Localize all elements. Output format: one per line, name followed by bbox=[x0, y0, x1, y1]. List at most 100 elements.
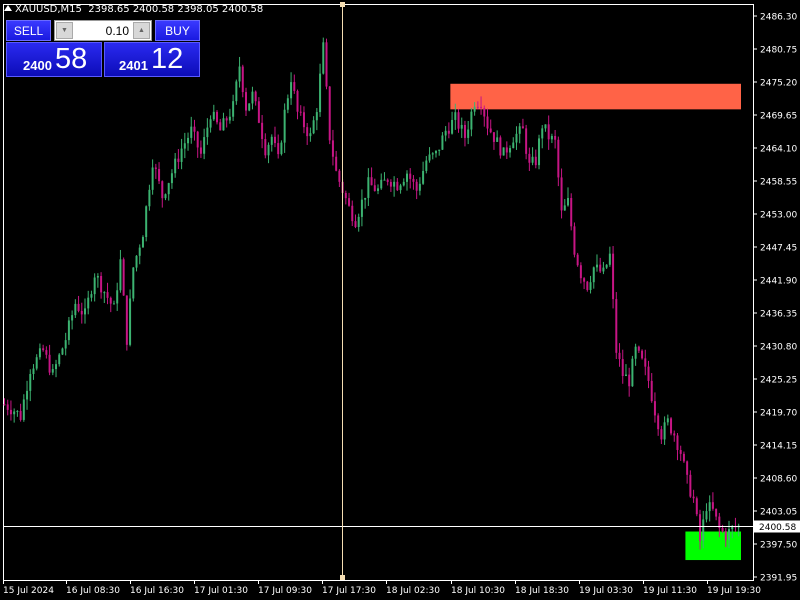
candle-body bbox=[512, 142, 515, 149]
candle-body bbox=[467, 129, 470, 138]
crosshair-handle-top[interactable] bbox=[340, 2, 345, 7]
candle-body bbox=[71, 315, 74, 321]
buy-button[interactable]: BUY bbox=[155, 20, 200, 41]
candle-body bbox=[216, 111, 219, 123]
candle-body bbox=[61, 348, 64, 355]
price-axis-label: 2414.15 bbox=[760, 442, 797, 452]
candle-body bbox=[261, 122, 264, 140]
price-axis-label: 2458.55 bbox=[760, 178, 797, 188]
candle-body bbox=[521, 126, 524, 129]
candle-body bbox=[119, 259, 122, 291]
candle-body bbox=[653, 401, 656, 416]
crosshair-handle-bottom[interactable] bbox=[340, 575, 345, 580]
time-axis-label: 19 Jul 03:30 bbox=[579, 586, 633, 596]
sell-button[interactable]: SELL bbox=[6, 20, 51, 41]
candle-body bbox=[9, 409, 12, 415]
candle-body bbox=[335, 156, 338, 171]
candle-body bbox=[550, 135, 553, 140]
candle-body bbox=[447, 130, 450, 134]
bid-price-box[interactable]: 2400 58 bbox=[6, 42, 102, 77]
candle-body bbox=[209, 119, 212, 128]
candle-body bbox=[560, 177, 563, 211]
candle-body bbox=[422, 170, 425, 184]
candle-body bbox=[454, 112, 457, 120]
candle-body bbox=[676, 435, 679, 451]
candle-body bbox=[177, 158, 180, 162]
candle-body bbox=[116, 290, 119, 304]
lot-size-input[interactable] bbox=[75, 22, 129, 39]
candle-body bbox=[428, 154, 431, 161]
candle-body bbox=[711, 502, 714, 509]
time-axis-label: 18 Jul 02:30 bbox=[386, 586, 440, 596]
candle-body bbox=[415, 181, 418, 191]
candle-body bbox=[480, 106, 483, 109]
lot-increase-button[interactable]: ▲ bbox=[133, 22, 150, 39]
ask-price-box[interactable]: 2401 12 bbox=[104, 42, 200, 77]
candle-body bbox=[357, 216, 360, 228]
price-axis-label: 2453.00 bbox=[760, 211, 797, 221]
candle-body bbox=[167, 183, 170, 195]
candle-body bbox=[563, 205, 566, 211]
price-axis-label: 2480.75 bbox=[760, 46, 797, 56]
candle-body bbox=[26, 390, 29, 400]
candle-body bbox=[325, 42, 328, 87]
price-axis-label: 2464.10 bbox=[760, 145, 797, 155]
candle-body bbox=[55, 364, 58, 370]
time-axis-label: 19 Jul 19:30 bbox=[707, 586, 761, 596]
candle-body bbox=[634, 346, 637, 359]
candle-body bbox=[644, 358, 647, 367]
candle-body bbox=[35, 357, 38, 369]
candle-body bbox=[434, 150, 437, 154]
candle-body bbox=[663, 422, 666, 440]
candle-body bbox=[154, 167, 157, 169]
candle-body bbox=[576, 254, 579, 266]
candle-body bbox=[232, 101, 235, 117]
ask-price-major: 2401 bbox=[119, 58, 148, 73]
price-axis-label: 2441.90 bbox=[760, 277, 797, 287]
candle-body bbox=[695, 498, 698, 515]
candle-body bbox=[164, 194, 167, 199]
candle-body bbox=[312, 120, 315, 134]
candle-body bbox=[457, 112, 460, 129]
candle-body bbox=[80, 310, 83, 315]
price-chart[interactable]: 2486.30 2480.75 2475.20 2469.65 2464.10 2458.… bbox=[0, 0, 800, 600]
candle-body bbox=[241, 66, 244, 93]
time-axis-label: 17 Jul 01:30 bbox=[194, 586, 248, 596]
time-axis-label: 18 Jul 18:30 bbox=[515, 586, 569, 596]
candle-body bbox=[605, 264, 608, 268]
price-axis-label: 2408.60 bbox=[760, 475, 797, 485]
candle-body bbox=[280, 142, 283, 155]
price-axis-label: 2397.50 bbox=[760, 541, 797, 551]
candle-body bbox=[525, 128, 528, 154]
candle-body bbox=[254, 91, 257, 102]
candle-body bbox=[196, 131, 199, 148]
candle-body bbox=[93, 277, 96, 295]
candle-body bbox=[728, 529, 730, 541]
price-axis-label: 2425.25 bbox=[760, 376, 797, 386]
candle-body bbox=[170, 173, 173, 184]
one-click-trading-panel: SELL ▼ ▲ BUY 2400 58 2401 12 bbox=[6, 20, 200, 77]
candle-body bbox=[187, 137, 190, 144]
candle-body bbox=[222, 118, 225, 131]
candle-body bbox=[509, 148, 512, 153]
candle-body bbox=[396, 181, 399, 191]
candle-body bbox=[38, 348, 41, 358]
time-axis-label: 16 Jul 08:30 bbox=[66, 586, 120, 596]
candle-body bbox=[138, 247, 141, 256]
candle-body bbox=[42, 348, 45, 351]
time-axis-label: 15 Jul 2024 bbox=[3, 586, 54, 596]
candle-body bbox=[547, 124, 550, 140]
lot-decrease-button[interactable]: ▼ bbox=[56, 22, 73, 39]
lot-size-control: ▼ ▲ bbox=[54, 20, 152, 41]
candle-body bbox=[425, 160, 428, 171]
candle-body bbox=[602, 267, 605, 272]
candle-body bbox=[451, 119, 454, 134]
candle-body bbox=[699, 514, 702, 541]
candle-body bbox=[412, 178, 415, 182]
candle-body bbox=[16, 410, 19, 412]
candle-body bbox=[409, 173, 412, 179]
candle-body bbox=[702, 519, 705, 541]
candle-body bbox=[418, 183, 421, 191]
candle-body bbox=[267, 144, 270, 156]
candle-body bbox=[190, 126, 193, 138]
